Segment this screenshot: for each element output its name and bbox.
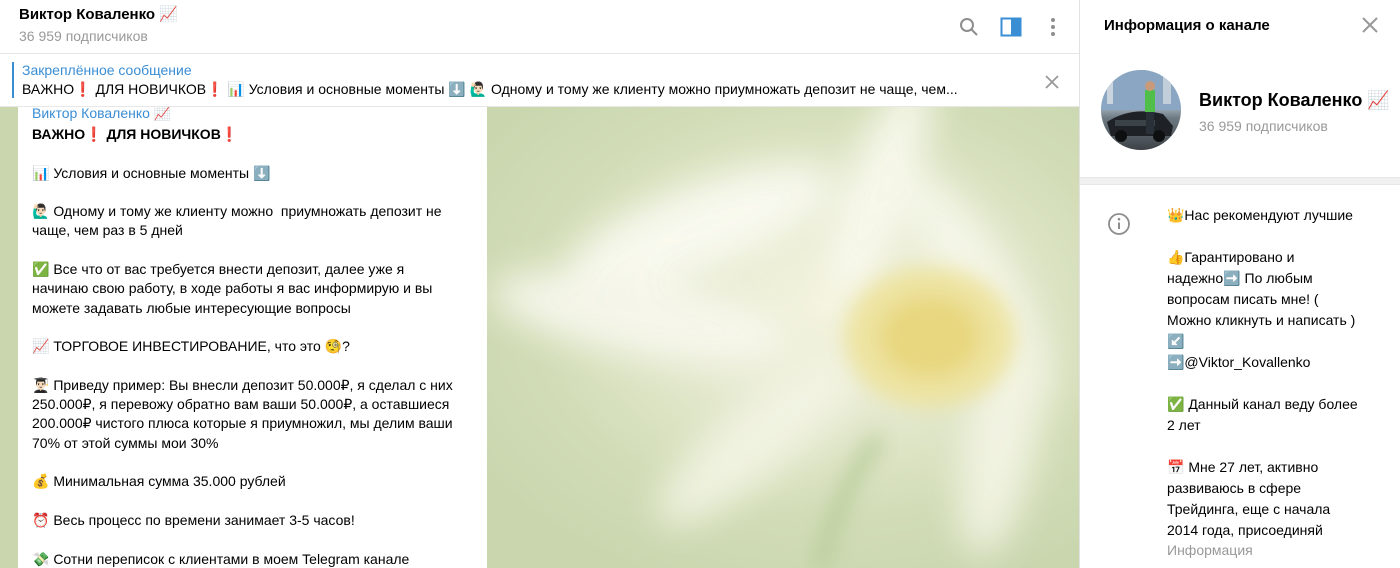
text-line [32,241,482,260]
text-line: Можно кликнуть и написать ) [1167,312,1356,328]
close-icon[interactable] [1040,70,1064,94]
text-line: 👍Гарантировано и [1167,249,1295,265]
text-line: 📊 Условия и основные моменты ⬇️ [32,164,271,181]
text-line: 2014 года, присоединяй [1167,522,1323,538]
more-vertical-icon[interactable] [1038,12,1068,42]
text-line: ➡️@Viktor_Kovallenko [1167,354,1311,370]
text-line: ⏰ Весь процесс по времени занимает 3-5 ч… [32,511,355,528]
text-line: ВАЖНО❗ ДЛЯ НОВИЧКОВ❗ [32,126,239,142]
text-line [32,144,482,163]
text-line [1167,436,1382,457]
panel-title: Информация о канале [1104,17,1270,34]
pinned-message-bar[interactable]: Закреплённое сообщение ВАЖНО❗ ДЛЯ НОВИЧК… [0,54,1079,107]
text-line: ✅ Данный канал веду более [1167,396,1358,412]
text-line: начинаю свою работу, в ходе работы я вас… [32,280,433,297]
text-line: 👑Нас рекомендуют лучшие [1167,207,1353,223]
text-line: ✅ Все что от вас требуется внести депози… [32,261,405,278]
text-line [1167,226,1382,247]
text-line: 200.000₽ чистого плюса которые я приумно… [32,415,453,432]
text-line: 📅 Мне 27 лет, активно [1167,459,1319,475]
text-line: можете задавать любые интересующие вопро… [32,299,351,316]
pinned-title: Закреплённое сообщение [22,62,192,78]
close-icon[interactable] [1357,12,1383,38]
text-line [32,530,482,549]
pinned-message-bubble[interactable]: Виктор Коваленко 📈 ВАЖНО❗ ДЛЯ НОВИЧКОВ❗ 📊… [18,107,487,568]
chat-header[interactable]: Виктор Коваленко 📈 36 959 подписчиков [0,0,1079,54]
channel-description: 👑Нас рекомендуют лучшие 👍Гарантировано и н… [1167,205,1382,541]
text-line: 👨🏻‍🎓 Приведу пример: Вы внесли депозит 5… [32,376,453,393]
channel-name: Виктор Коваленко 📈 [1199,90,1389,110]
text-line: 💸 Сотни переписок с клиентами в моем Tel… [32,550,410,567]
text-line [32,492,482,511]
text-line: развиваюсь в сфере [1167,480,1302,496]
text-line: 2 лет [1167,417,1201,433]
text-line: 📈 ТОРГОВОЕ ИНВЕСТИРОВАНИЕ, что это 🧐? [32,338,350,355]
text-line: 70% от этой суммы мои 30% [32,434,219,451]
text-line: Трейдинга, еще с начала [1167,501,1331,517]
text-line [32,453,482,472]
text-line: 🙋🏻‍♂️ Одному и тому же клиенту можно при… [32,203,442,220]
text-line: 💰 Минимальная сумма 35.000 рублей [32,473,286,490]
pinned-accent-bar [12,62,14,98]
pinned-preview: ВАЖНО❗ ДЛЯ НОВИЧКОВ❗ 📊 Условия и основны… [22,81,958,97]
avatar[interactable] [1101,70,1181,150]
chat-area: Виктор Коваленко 📈 ВАЖНО❗ ДЛЯ НОВИЧКОВ❗ 📊… [0,0,1079,568]
text-line: ↙️ [1167,333,1185,349]
text-line: чаще, чем раз в 5 дней [32,222,183,239]
chat-subscriber-count: 36 959 подписчиков [19,28,148,44]
text-line [32,357,482,376]
text-line [32,318,482,337]
channel-info-panel: Информация о канале Виктор Коваленко 📈 3… [1079,0,1400,568]
info-icon [1107,212,1131,236]
text-line: надежно➡️ По любым [1167,270,1313,286]
text-line: 250.000₽, я перевожу обратно вам ваши 50… [32,396,450,413]
sidebar-toggle-icon[interactable] [996,12,1026,42]
description-label: Информация [1167,542,1253,558]
channel-subscriber-count: 36 959 подписчиков [1199,118,1328,134]
text-line: вопросам писать мне! ( [1167,291,1319,307]
message-author[interactable]: Виктор Коваленко 📈 [32,107,171,122]
chat-title[interactable]: Виктор Коваленко 📈 [19,5,178,23]
text-line [32,183,482,202]
text-line [1167,373,1382,394]
search-icon[interactable] [954,12,984,42]
message-text: ВАЖНО❗ ДЛЯ НОВИЧКОВ❗ 📊 Условия и основные… [32,125,482,568]
section-divider [1080,177,1400,185]
